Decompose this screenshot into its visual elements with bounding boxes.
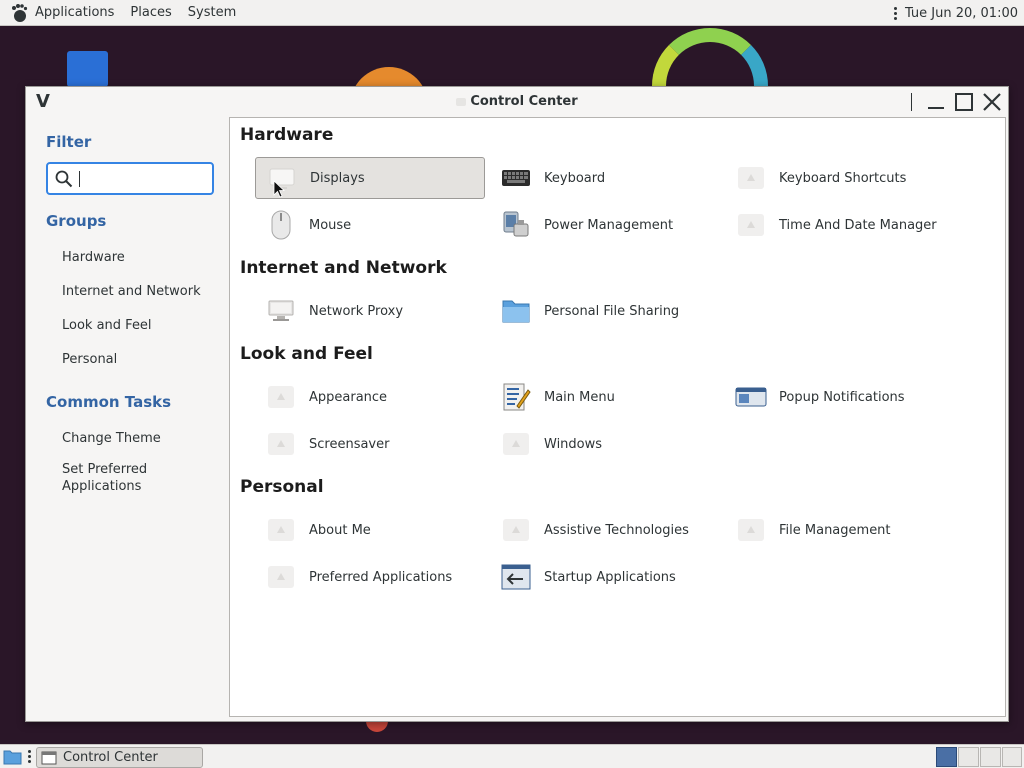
tile-popup-notifications[interactable]: Popup Notifications — [725, 376, 955, 418]
folder-share-icon — [500, 295, 532, 327]
top-panel: Applications Places System Tue Jun 20, 0… — [0, 0, 1024, 26]
sidebar-item-look-and-feel[interactable]: Look and Feel — [62, 317, 212, 334]
placeholder-icon — [735, 514, 767, 546]
sidebar: Filter Groups Hardware Internet and Netw… — [26, 117, 228, 721]
power-management-icon — [500, 209, 532, 241]
show-desktop-icon[interactable] — [3, 749, 22, 765]
titlebar[interactable]: V Control Center — [26, 87, 1008, 117]
tile-personal-file-sharing[interactable]: Personal File Sharing — [490, 290, 720, 332]
tile-preferred-applications[interactable]: Preferred Applications — [255, 556, 485, 598]
desktop-icon[interactable] — [67, 51, 108, 87]
placeholder-icon — [500, 428, 532, 460]
places-menu[interactable]: Places — [130, 5, 171, 20]
group-heading-hardware: Hardware — [240, 125, 334, 145]
maximize-button[interactable] — [952, 91, 976, 113]
clock[interactable]: Tue Jun 20, 01:00 — [905, 6, 1018, 21]
placeholder-icon — [265, 561, 297, 593]
popup-notification-icon — [735, 381, 767, 413]
panel-handle-icon[interactable] — [893, 6, 897, 20]
placeholder-icon — [265, 381, 297, 413]
search-icon — [55, 170, 73, 187]
taskbar-button-control-center[interactable]: Control Center — [36, 747, 203, 768]
system-menu[interactable]: System — [188, 5, 236, 20]
close-icon — [983, 93, 1001, 111]
placeholder-icon — [500, 514, 532, 546]
group-heading-internet-and-network: Internet and Network — [240, 258, 447, 278]
bottom-panel: Control Center — [0, 744, 1024, 768]
group-heading-personal: Personal — [240, 477, 324, 497]
placeholder-icon — [265, 514, 297, 546]
tile-network-proxy[interactable]: Network Proxy — [255, 290, 485, 332]
tile-main-menu[interactable]: Main Menu — [490, 376, 720, 418]
workspace-4[interactable] — [1002, 747, 1022, 767]
applications-menu[interactable]: Applications — [35, 5, 114, 20]
text-caret — [79, 170, 80, 187]
tile-startup-applications[interactable]: Startup Applications — [490, 556, 720, 598]
mouse-pointer-icon — [273, 180, 285, 198]
task-change-theme[interactable]: Change Theme — [62, 430, 212, 447]
startup-applications-icon — [500, 561, 532, 593]
minimize-icon — [928, 107, 944, 109]
gnome-foot-icon[interactable] — [9, 3, 29, 23]
tile-appearance[interactable]: Appearance — [255, 376, 485, 418]
placeholder-icon — [735, 209, 767, 241]
workspace-2[interactable] — [958, 747, 979, 767]
mouse-icon — [265, 209, 297, 241]
sidebar-item-hardware[interactable]: Hardware — [62, 249, 212, 266]
placeholder-icon — [265, 428, 297, 460]
main-menu-icon — [500, 381, 532, 413]
placeholder-icon — [735, 162, 767, 194]
close-button[interactable] — [980, 91, 1004, 113]
tile-screensaver[interactable]: Screensaver — [255, 423, 485, 465]
group-heading-look-and-feel: Look and Feel — [240, 344, 373, 364]
sidebar-item-personal[interactable]: Personal — [62, 351, 212, 368]
common-tasks-heading: Common Tasks — [46, 393, 172, 411]
search-input[interactable] — [86, 171, 206, 186]
window-icon — [41, 751, 57, 764]
window-title: Control Center — [26, 94, 1008, 109]
control-panel-content: Hardware Displays Keyboard Keyboard Shor… — [229, 117, 1006, 717]
tile-windows[interactable]: Windows — [490, 423, 720, 465]
tile-assistive-technologies[interactable]: Assistive Technologies — [490, 509, 720, 551]
tile-keyboard[interactable]: Keyboard — [490, 157, 720, 199]
tile-displays[interactable]: Displays — [255, 157, 485, 199]
titlebar-separator — [911, 93, 912, 111]
tile-file-management[interactable]: File Management — [725, 509, 955, 551]
keyboard-icon — [500, 162, 532, 194]
tile-about-me[interactable]: About Me — [255, 509, 485, 551]
search-field[interactable] — [46, 162, 214, 195]
filter-heading: Filter — [46, 133, 92, 151]
network-proxy-icon — [265, 295, 297, 327]
minimize-button[interactable] — [924, 91, 948, 113]
control-center-window: V Control Center Filter Groups Hardware … — [25, 86, 1009, 722]
maximize-icon — [955, 93, 973, 111]
panel-handle-icon[interactable] — [28, 750, 31, 763]
task-set-preferred-applications[interactable]: Set Preferred Applications — [62, 461, 172, 495]
tile-keyboard-shortcuts[interactable]: Keyboard Shortcuts — [725, 157, 955, 199]
tile-power-management[interactable]: Power Management — [490, 204, 720, 246]
app-icon — [456, 97, 467, 106]
tile-mouse[interactable]: Mouse — [255, 204, 485, 246]
groups-heading: Groups — [46, 212, 107, 230]
workspace-1[interactable] — [936, 747, 957, 767]
tile-time-and-date-manager[interactable]: Time And Date Manager — [725, 204, 955, 246]
workspace-3[interactable] — [980, 747, 1001, 767]
sidebar-item-internet-and-network[interactable]: Internet and Network — [62, 283, 212, 300]
